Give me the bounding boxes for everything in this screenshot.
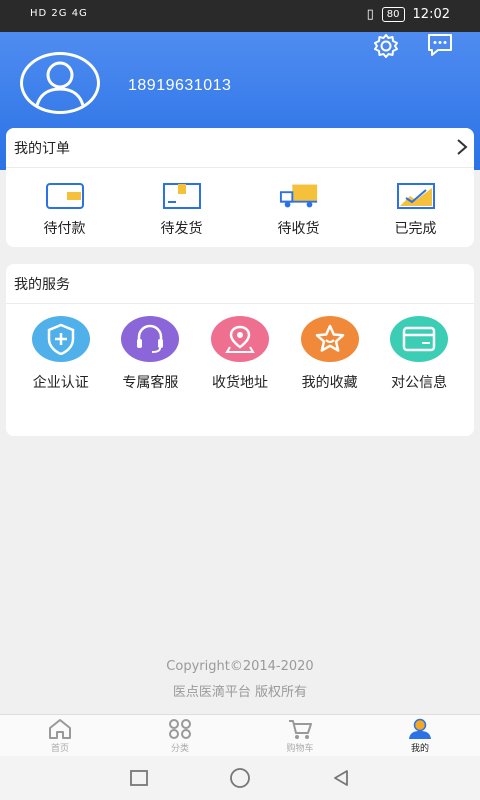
order-pending-shipment[interactable]: 待发货 xyxy=(123,168,240,246)
home-circle-icon[interactable] xyxy=(229,767,251,789)
message-icon[interactable] xyxy=(426,32,456,58)
user-phone: 18919631013 xyxy=(128,77,232,94)
box-icon xyxy=(162,182,202,210)
settings-icon[interactable] xyxy=(372,32,402,58)
orders-header[interactable]: 我的订单 xyxy=(6,128,474,168)
service-shipping-address[interactable]: 收货地址 xyxy=(195,304,285,392)
avatar[interactable] xyxy=(20,52,100,114)
shield-plus-icon xyxy=(31,316,90,362)
orders-title: 我的订单 xyxy=(14,140,70,157)
truck-icon xyxy=(279,182,319,210)
services-title: 我的服务 xyxy=(14,276,70,293)
services-card: 我的服务 企业认证 专属客服 收货地址 我的收藏 对公信息 xyxy=(6,264,474,436)
services-header: 我的服务 xyxy=(6,264,474,304)
service-enterprise-cert[interactable]: 企业认证 xyxy=(16,304,106,392)
order-label: 待付款 xyxy=(43,221,86,237)
category-icon xyxy=(169,718,191,739)
battery-indicator: 80 xyxy=(381,7,405,22)
order-label: 待收货 xyxy=(277,221,320,237)
back-icon[interactable] xyxy=(331,768,351,788)
tab-label: 首页 xyxy=(50,743,69,754)
order-pending-payment[interactable]: 待付款 xyxy=(6,168,123,246)
service-label: 企业认证 xyxy=(32,375,89,391)
clock: 12:02 xyxy=(412,7,450,22)
card-icon xyxy=(390,316,449,362)
tab-home[interactable]: 首页 xyxy=(0,715,120,756)
headset-icon xyxy=(121,316,180,362)
user-silhouette-icon xyxy=(34,61,86,111)
tab-category[interactable]: 分类 xyxy=(120,715,240,756)
recents-icon[interactable] xyxy=(129,768,149,788)
tab-cart[interactable]: 购物车 xyxy=(240,715,360,756)
chevron-right-icon[interactable] xyxy=(456,138,468,156)
chart-check-icon xyxy=(396,182,436,210)
service-customer-support[interactable]: 专属客服 xyxy=(106,304,196,392)
service-favorites[interactable]: 我的收藏 xyxy=(285,304,375,392)
service-label: 收货地址 xyxy=(211,375,268,391)
star-icon xyxy=(300,316,359,362)
service-corporate-info[interactable]: 对公信息 xyxy=(374,304,464,392)
order-pending-receipt[interactable]: 待收货 xyxy=(240,168,357,246)
vibrate-icon: ▯ xyxy=(366,7,374,22)
service-label: 我的收藏 xyxy=(301,375,358,391)
order-label: 待发货 xyxy=(160,221,203,237)
network-indicator: HD 2G 4G xyxy=(30,8,88,19)
cart-icon xyxy=(289,719,312,739)
location-pin-icon xyxy=(210,316,269,362)
home-icon xyxy=(49,718,71,739)
copyright-text: Copyright©2014-2020 xyxy=(166,659,314,674)
tab-label: 购物车 xyxy=(286,743,314,754)
tab-label: 分类 xyxy=(170,743,189,754)
system-nav-bar xyxy=(0,756,480,800)
bottom-tab-bar: 首页 分类 购物车 我的 xyxy=(0,714,480,756)
status-bar: HD 2G 4G ▯ 80 12:02 xyxy=(0,0,480,32)
service-label: 专属客服 xyxy=(122,375,179,391)
orders-card: 我的订单 待付款 待发货 待收货 已完成 xyxy=(6,128,474,247)
wallet-icon xyxy=(45,182,85,210)
service-label: 对公信息 xyxy=(391,375,448,391)
tab-label: 我的 xyxy=(410,743,429,754)
company-text: 医点医滴平台 版权所有 xyxy=(172,685,308,700)
order-label: 已完成 xyxy=(394,221,437,237)
order-completed[interactable]: 已完成 xyxy=(357,168,474,246)
tab-mine[interactable]: 我的 xyxy=(360,715,480,756)
user-icon xyxy=(409,718,431,739)
